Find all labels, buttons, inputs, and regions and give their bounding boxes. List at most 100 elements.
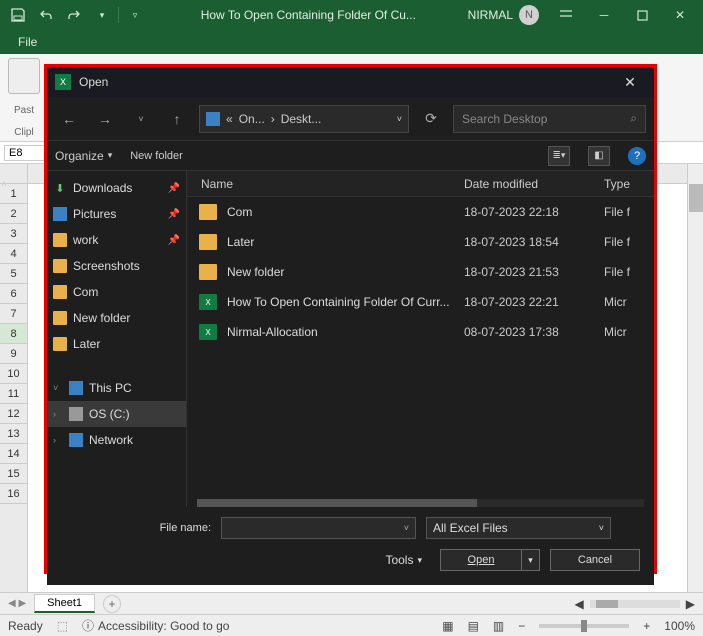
search-placeholder: Search Desktop bbox=[462, 112, 547, 126]
close-icon[interactable]: ✕ bbox=[661, 0, 699, 30]
tree-item[interactable]: ˅ This PC bbox=[47, 375, 186, 401]
search-input[interactable]: Search Desktop ⌕ bbox=[453, 105, 646, 133]
tree-item[interactable]: work📌 bbox=[47, 227, 186, 253]
nav-forward-icon[interactable]: → bbox=[91, 105, 119, 133]
excel-titlebar: ▾ ▿ How To Open Containing Folder Of Cu.… bbox=[0, 0, 703, 30]
view-pagebreak-icon[interactable]: ▥ bbox=[493, 619, 504, 633]
sort-indicator-icon[interactable]: ˄ bbox=[0, 179, 11, 189]
location-icon bbox=[206, 112, 220, 126]
file-row[interactable]: New folder18-07-2023 21:53File f bbox=[187, 257, 654, 287]
nav-up-icon[interactable]: ↑ bbox=[163, 105, 191, 133]
sheet-nav[interactable]: ◀ ▶ bbox=[8, 598, 26, 609]
breadcrumb-seg[interactable]: On... bbox=[239, 112, 265, 126]
accessibility-status[interactable]: ⓘAccessibility: Good to go bbox=[82, 617, 229, 634]
open-dialog: X Open ✕ ← → ˅ ↑ « On... › Deskt... ˅ ⟳ … bbox=[44, 64, 657, 574]
row-header[interactable]: 10 bbox=[0, 364, 27, 384]
paste-label: Past bbox=[14, 105, 34, 116]
row-header[interactable]: 6 bbox=[0, 284, 27, 304]
vertical-scrollbar[interactable] bbox=[687, 164, 703, 592]
file-row[interactable]: XNirmal-Allocation08-07-2023 17:38Micr bbox=[187, 317, 654, 347]
search-icon: ⌕ bbox=[630, 111, 637, 126]
undo-icon[interactable] bbox=[32, 1, 60, 29]
horizontal-scrollbar[interactable] bbox=[590, 600, 680, 608]
row-header[interactable]: 11 bbox=[0, 384, 27, 404]
filename-input[interactable]: ˅ bbox=[221, 517, 416, 539]
clipboard-group-label: Clipl bbox=[14, 127, 33, 138]
row-header[interactable]: 5 bbox=[0, 264, 27, 284]
ribbon-options-icon[interactable] bbox=[547, 0, 585, 30]
file-row[interactable]: XHow To Open Containing Folder Of Curr..… bbox=[187, 287, 654, 317]
status-bar: Ready ⬚ ⓘAccessibility: Good to go ▦ ▤ ▥… bbox=[0, 614, 703, 636]
hscroll-left-icon[interactable]: ◀ bbox=[575, 597, 584, 611]
tree-item[interactable]: Screenshots bbox=[47, 253, 186, 279]
save-icon[interactable] bbox=[4, 1, 32, 29]
filetype-dropdown[interactable]: All Excel Files˅ bbox=[426, 517, 611, 539]
col-date[interactable]: Date modified bbox=[464, 177, 604, 191]
refresh-icon[interactable]: ⟳ bbox=[417, 105, 445, 133]
tree-item[interactable]: › OS (C:) bbox=[47, 401, 186, 427]
dialog-footer: File name: ˅ All Excel Files˅ Tools▾ Ope… bbox=[47, 507, 654, 585]
breadcrumb-seg[interactable]: Deskt... bbox=[281, 112, 322, 126]
col-type[interactable]: Type bbox=[604, 177, 654, 191]
row-header[interactable]: 2 bbox=[0, 204, 27, 224]
open-button[interactable]: Open bbox=[440, 549, 522, 571]
nav-back-icon[interactable]: ← bbox=[55, 105, 83, 133]
organize-menu[interactable]: Organize▾ bbox=[55, 149, 112, 163]
row-header[interactable]: 14 bbox=[0, 444, 27, 464]
zoom-in-icon[interactable]: + bbox=[643, 619, 650, 633]
redo-icon[interactable] bbox=[60, 1, 88, 29]
zoom-level[interactable]: 100% bbox=[664, 619, 695, 633]
dialog-close-button[interactable]: ✕ bbox=[614, 69, 646, 95]
tree-item[interactable]: Com bbox=[47, 279, 186, 305]
open-split-button[interactable]: ▾ bbox=[522, 549, 540, 571]
column-headers: ˄ Name Date modified Type bbox=[187, 171, 654, 197]
view-normal-icon[interactable]: ▦ bbox=[442, 619, 453, 633]
tree-item[interactable]: › Network bbox=[47, 427, 186, 453]
list-hscroll[interactable] bbox=[197, 499, 644, 507]
address-bar[interactable]: « On... › Deskt... ˅ bbox=[199, 105, 409, 133]
excel-icon: X bbox=[55, 74, 71, 90]
file-row[interactable]: Com18-07-2023 22:18File f bbox=[187, 197, 654, 227]
file-row[interactable]: Later18-07-2023 18:54File f bbox=[187, 227, 654, 257]
tree-item[interactable]: New folder bbox=[47, 305, 186, 331]
row-header[interactable]: 8 bbox=[0, 324, 27, 344]
row-header[interactable]: 16 bbox=[0, 484, 27, 504]
tree-item[interactable]: Pictures📌 bbox=[47, 201, 186, 227]
col-name[interactable]: Name bbox=[201, 177, 464, 191]
zoom-out-icon[interactable]: − bbox=[518, 619, 525, 633]
tree-item[interactable]: Later bbox=[47, 331, 186, 357]
add-sheet-button[interactable]: + bbox=[103, 595, 121, 613]
tree-item[interactable]: ⬇Downloads📌 bbox=[47, 175, 186, 201]
sheet-tab-bar: ◀ ▶ Sheet1 + ◀ ▶ bbox=[0, 592, 703, 614]
macro-record-icon[interactable]: ⬚ bbox=[57, 619, 68, 633]
row-header[interactable]: 4 bbox=[0, 244, 27, 264]
nav-history-icon[interactable]: ˅ bbox=[127, 105, 155, 133]
row-header[interactable]: 15 bbox=[0, 464, 27, 484]
tools-menu[interactable]: Tools▾ bbox=[385, 553, 422, 567]
help-icon[interactable]: ? bbox=[628, 147, 646, 165]
user-avatar: N bbox=[519, 5, 539, 25]
zoom-slider[interactable] bbox=[539, 624, 629, 628]
user-account[interactable]: NIRMAL N bbox=[468, 5, 539, 25]
row-header[interactable]: 13 bbox=[0, 424, 27, 444]
qat-dropdown-icon[interactable]: ▾ bbox=[88, 1, 116, 29]
view-mode-button[interactable]: ≣ ▾ bbox=[548, 146, 570, 166]
cancel-button[interactable]: Cancel bbox=[550, 549, 640, 571]
new-folder-button[interactable]: New folder bbox=[130, 150, 183, 162]
row-header[interactable]: 12 bbox=[0, 404, 27, 424]
sheet-tab-active[interactable]: Sheet1 bbox=[34, 594, 95, 613]
tab-file[interactable]: File bbox=[8, 30, 47, 54]
row-header[interactable]: 3 bbox=[0, 224, 27, 244]
qat-overflow-icon[interactable]: ▿ bbox=[121, 1, 149, 29]
view-layout-icon[interactable]: ▤ bbox=[468, 619, 479, 633]
ribbon-tabs: File bbox=[0, 30, 703, 54]
row-header[interactable]: 7 bbox=[0, 304, 27, 324]
row-headers: 1 2 3 4 5 6 7 8 9 10 11 12 13 14 15 16 bbox=[0, 164, 28, 592]
maximize-icon[interactable] bbox=[623, 0, 661, 30]
hscroll-right-icon[interactable]: ▶ bbox=[686, 597, 695, 611]
row-header[interactable]: 9 bbox=[0, 344, 27, 364]
file-list: Com18-07-2023 22:18File fLater18-07-2023… bbox=[187, 197, 654, 495]
minimize-icon[interactable]: ─ bbox=[585, 0, 623, 30]
paste-icon[interactable] bbox=[8, 58, 40, 94]
preview-pane-button[interactable]: ◧ bbox=[588, 146, 610, 166]
